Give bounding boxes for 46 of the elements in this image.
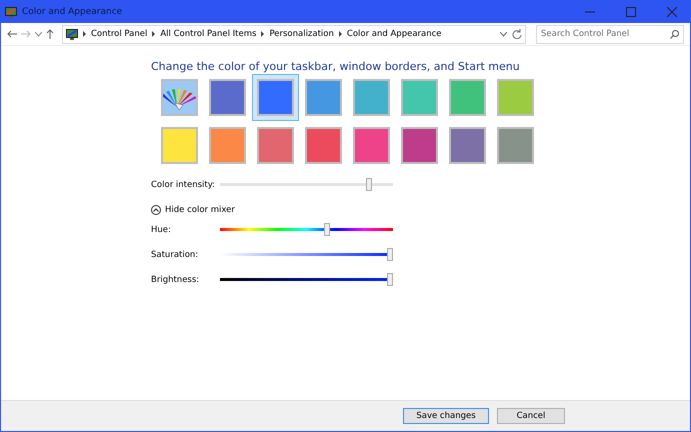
maximize-icon[interactable] [626,7,636,17]
color-swatch[interactable] [449,127,486,164]
color-swatch[interactable] [401,79,438,116]
color-swatch[interactable] [353,127,390,164]
window-title: Color and Appearance [22,7,122,17]
color-swatch[interactable] [209,127,246,164]
slider-thumb[interactable] [366,178,372,191]
refresh-icon[interactable] [512,29,522,39]
search-field[interactable]: Search Control Panel [536,24,684,44]
page-heading: Change the color of your taskbar, window borders, and Start menu [151,60,521,73]
back-icon[interactable] [7,30,17,38]
slider-label: Color intensity: [151,180,216,190]
chevron-icon [153,208,159,212]
slider-thumb[interactable] [386,248,393,261]
color-swatch[interactable] [209,79,246,116]
monitor-icon [5,6,17,18]
color-swatch[interactable] [305,127,342,164]
color-swatch[interactable] [353,79,390,116]
forward-icon[interactable] [21,30,31,38]
monitor-icon [66,28,78,40]
color-swatch[interactable] [257,127,294,164]
dropdown-icon[interactable] [500,32,507,36]
search-icon[interactable] [670,30,679,38]
breadcrumb-item[interactable]: All Control Panel Items [160,29,256,39]
color-swatch[interactable] [401,127,438,164]
close-icon[interactable] [667,7,677,17]
slider-label: Brightness: [151,274,200,284]
slider-thumb[interactable] [386,273,393,286]
breadcrumb-item[interactable]: Color and Appearance [346,29,442,39]
breadcrumb-item[interactable]: Personalization [269,29,334,39]
color-swatch[interactable] [497,79,534,116]
slider-label: Hue: [151,224,172,234]
breadcrumb-item[interactable]: Control Panel [91,29,148,39]
cancel-button[interactable]: Cancel [497,408,565,424]
color-swatch[interactable] [497,127,534,164]
color-swatch[interactable] [161,127,198,164]
dropdown-icon[interactable] [35,32,42,36]
save-button[interactable]: Save changes [403,408,489,424]
slider-thumb[interactable] [324,223,330,236]
color-swatch[interactable] [305,79,342,116]
hide-mixer-toggle[interactable]: Hide color mixer [151,205,235,215]
address-bar[interactable]: Control Panel All Control Panel Items Personalization Color and Appearance [62,24,526,44]
color-picker-swatch[interactable] [161,79,198,116]
color-swatch[interactable] [449,79,486,116]
slider-label: Saturation: [151,250,200,260]
up-icon[interactable] [46,29,54,39]
